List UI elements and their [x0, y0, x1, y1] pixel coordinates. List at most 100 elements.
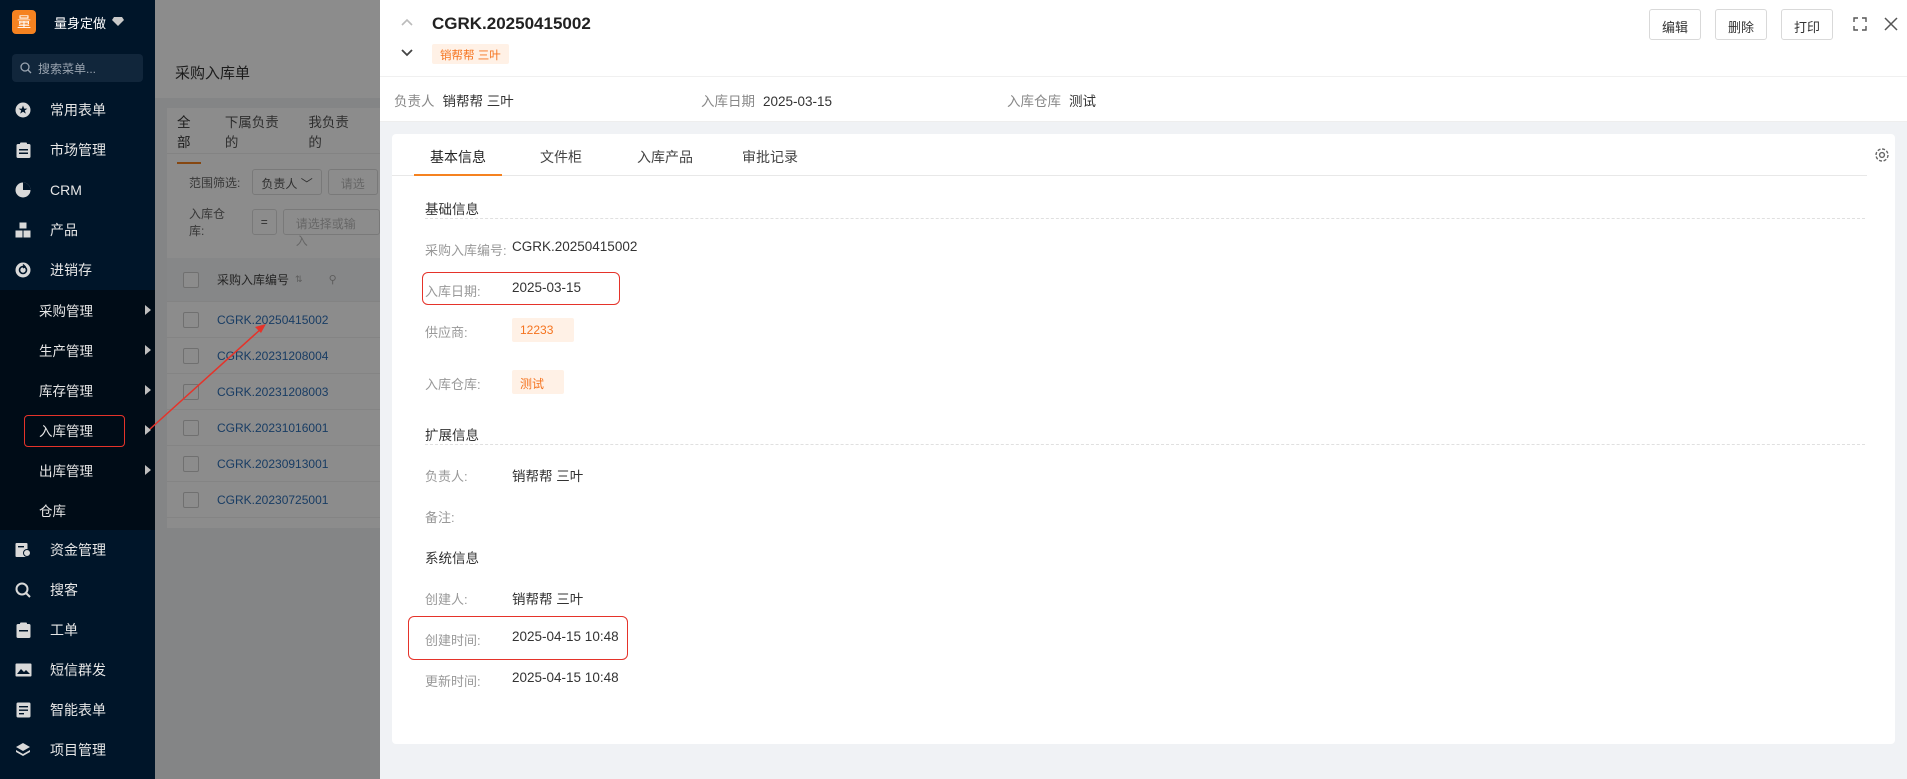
- sidebar: 量 量身定做 搜索菜单... 常用表单 市场管理 CRM 产品 进销存 采购管理…: [0, 0, 155, 779]
- pie-icon: [14, 181, 32, 199]
- field-value-creator: 销帮帮 三叶: [512, 592, 584, 607]
- menu-item-label: 智能表单: [50, 702, 106, 718]
- gear-icon[interactable]: [1873, 146, 1891, 164]
- caret-right-icon: [145, 465, 151, 475]
- meta-date: 入库日期 2025-03-15: [701, 90, 832, 110]
- submenu-item-label: 生产管理: [39, 344, 93, 359]
- detail-drawer: CGRK.20250415002 销帮帮 三叶 编辑 删除 打印 负责人 销帮帮 …: [380, 0, 1907, 779]
- active-tab-indicator: [414, 174, 502, 176]
- submenu-item-inbound[interactable]: 入库管理: [0, 410, 155, 450]
- menu-search-input[interactable]: 搜索菜单...: [12, 54, 143, 82]
- submenu-item-label: 采购管理: [39, 304, 93, 319]
- menu-item-funds[interactable]: 资金管理: [0, 530, 155, 570]
- supplier-chip[interactable]: 12233: [512, 318, 574, 342]
- menu-item-label: 短信群发: [50, 662, 106, 678]
- field-label-code: 采购入库编号:: [425, 243, 507, 258]
- brand-name: 量身定做: [54, 15, 107, 31]
- submenu-item-label: 库存管理: [39, 384, 93, 399]
- section-divider: [425, 218, 1865, 219]
- menu-item-favorites[interactable]: 常用表单: [0, 90, 155, 130]
- menu-item-project[interactable]: 项目管理: [0, 730, 155, 770]
- meta-value: 销帮帮 三叶: [442, 94, 514, 109]
- boxes-icon: [14, 221, 32, 239]
- menu-item-ticket[interactable]: 工单: [0, 610, 155, 650]
- menu-item-label: CRM: [50, 182, 82, 198]
- list-page: 采购入库单 全部 下属负责的 我负责的 范围筛选: 负责人 ﹀ 请选 入库仓库:…: [155, 0, 380, 779]
- meta-warehouse: 入库仓库 测试: [1007, 90, 1096, 110]
- submenu-item-production[interactable]: 生产管理: [0, 330, 155, 370]
- inventory-submenu: 采购管理 生产管理 库存管理 入库管理 出库管理 仓库: [0, 290, 155, 530]
- field-label-supplier: 供应商:: [425, 325, 468, 340]
- menu-item-crm[interactable]: CRM: [0, 170, 155, 210]
- field-label-owner: 负责人:: [425, 469, 468, 484]
- caret-right-icon: [145, 385, 151, 395]
- search-icon: [20, 62, 32, 74]
- meta-key: 负责人: [394, 94, 435, 109]
- fullscreen-icon[interactable]: [1851, 15, 1869, 33]
- menu-item-smart-form[interactable]: 智能表单: [0, 690, 155, 730]
- drawer-header: CGRK.20250415002 销帮帮 三叶 编辑 删除 打印 负责人 销帮帮 …: [380, 0, 1907, 122]
- cycle-icon: [14, 261, 32, 279]
- edit-button[interactable]: 编辑: [1649, 9, 1702, 40]
- tab-basic-info[interactable]: 基本信息: [430, 147, 486, 167]
- caret-right-icon: [145, 345, 151, 355]
- field-value-updated-time: 2025-04-15 10:48: [512, 670, 619, 685]
- modal-mask[interactable]: [155, 0, 380, 779]
- caret-right-icon: [145, 305, 151, 315]
- owner-tag: 销帮帮 三叶: [432, 44, 509, 64]
- submenu-item-purchase[interactable]: 采购管理: [0, 290, 155, 330]
- menu-item-label: 常用表单: [50, 102, 106, 118]
- clipboard-icon: [14, 621, 32, 639]
- submenu-item-label: 入库管理: [39, 424, 93, 439]
- menu-item-label: 资金管理: [50, 542, 106, 558]
- meta-owner: 负责人 销帮帮 三叶: [394, 90, 514, 110]
- menu-item-inventory[interactable]: 进销存: [0, 250, 155, 290]
- field-value-code: CGRK.20250415002: [512, 239, 638, 254]
- layers-icon: [14, 741, 32, 759]
- meta-value: 测试: [1069, 94, 1096, 109]
- menu-item-search-customer[interactable]: 搜客: [0, 570, 155, 610]
- image-icon: [14, 661, 32, 679]
- meta-key: 入库日期: [701, 94, 755, 109]
- tab-inbound-products[interactable]: 入库产品: [637, 147, 693, 167]
- section-title-basic: 基础信息: [425, 202, 479, 217]
- warehouse-chip[interactable]: 测试: [512, 370, 564, 394]
- chevron-up-icon[interactable]: [400, 15, 414, 29]
- submenu-item-label: 出库管理: [39, 464, 93, 479]
- chevron-down-icon[interactable]: [400, 46, 414, 60]
- field-label-updated-time: 更新时间:: [425, 674, 481, 689]
- highlight-box-created-time: [408, 616, 628, 660]
- section-divider: [425, 444, 1865, 445]
- close-icon[interactable]: [1882, 15, 1900, 33]
- meta-value: 2025-03-15: [763, 94, 833, 109]
- menu-item-label: 项目管理: [50, 742, 106, 758]
- menu-item-label: 市场管理: [50, 142, 106, 158]
- delete-button[interactable]: 删除: [1715, 9, 1768, 40]
- brand-logo: 量: [12, 10, 36, 34]
- submenu-item-label: 仓库: [39, 504, 66, 519]
- brand[interactable]: 量 量身定做: [0, 0, 155, 44]
- print-button[interactable]: 打印: [1781, 9, 1834, 40]
- field-label-creator: 创建人:: [425, 592, 468, 607]
- detail-tabs: 基本信息 文件柜 入库产品 审批记录: [392, 134, 1867, 176]
- money-icon: [14, 541, 32, 559]
- menu-item-market[interactable]: 市场管理: [0, 130, 155, 170]
- menu-search-placeholder: 搜索菜单...: [38, 61, 97, 76]
- field-label-warehouse: 入库仓库:: [425, 377, 481, 392]
- header-divider: [380, 76, 1907, 77]
- submenu-item-stock[interactable]: 库存管理: [0, 370, 155, 410]
- drawer-title: CGRK.20250415002: [432, 14, 591, 33]
- tab-file-cabinet[interactable]: 文件柜: [540, 147, 582, 167]
- menu-item-label: 产品: [50, 222, 78, 238]
- meta-key: 入库仓库: [1007, 94, 1061, 109]
- star-icon: [14, 101, 32, 119]
- submenu-item-warehouse[interactable]: 仓库: [0, 490, 155, 530]
- clipboard-icon: [14, 141, 32, 159]
- menu-item-sms[interactable]: 短信群发: [0, 650, 155, 690]
- menu-item-label: 工单: [50, 622, 78, 638]
- menu-item-product[interactable]: 产品: [0, 210, 155, 250]
- submenu-item-outbound[interactable]: 出库管理: [0, 450, 155, 490]
- menu-item-label: 进销存: [50, 262, 92, 278]
- detail-card: 基本信息 文件柜 入库产品 审批记录 基础信息 采购入库编号: CGRK.202…: [392, 134, 1895, 744]
- tab-approval-records[interactable]: 审批记录: [742, 147, 798, 167]
